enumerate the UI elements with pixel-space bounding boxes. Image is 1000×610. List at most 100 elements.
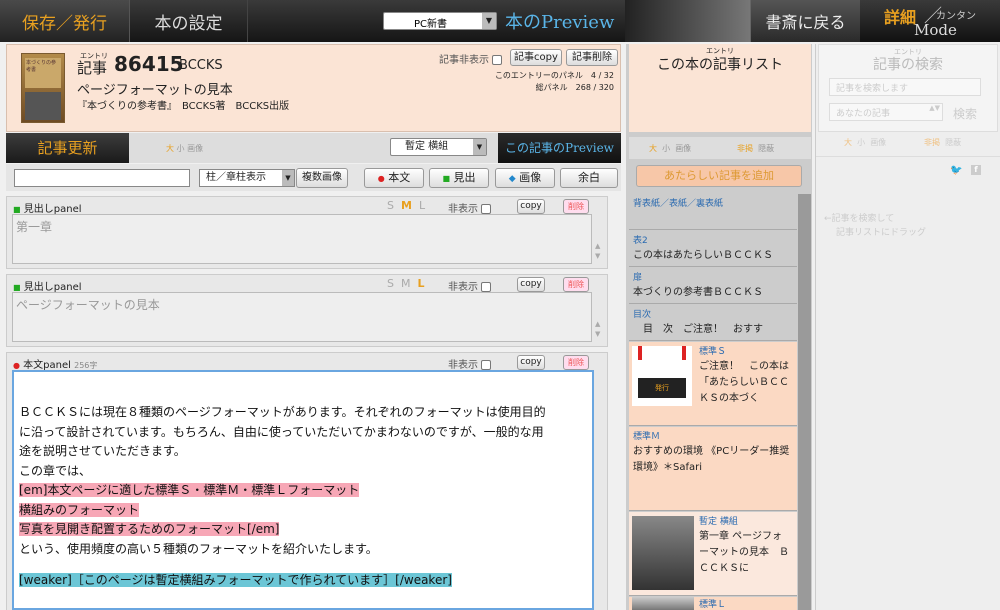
entry-hide-checkbox[interactable] [492,55,503,65]
size-small[interactable]: 小 [177,144,185,153]
size-s[interactable]: S [387,277,394,290]
panel-hide-checkbox[interactable] [481,204,492,214]
list-title: この本の記事リスト [657,57,783,73]
add-heading-button[interactable]: ■ 見出 [429,168,489,188]
panel-delete-button[interactable]: 削除 [563,199,589,214]
size-m[interactable]: M [401,199,412,212]
add-space-button[interactable]: 余白 [560,168,618,188]
article-list-header: エントリ この本の記事リスト [629,44,811,132]
chevron-down-icon: ▼ [282,170,294,186]
invisible-filter[interactable]: 非掲 [737,144,753,153]
panel-delete-button[interactable]: 削除 [563,277,589,292]
add-body-button[interactable]: ● 本文 [364,168,424,188]
size-small[interactable]: 小 [662,144,670,153]
entry-preview-button[interactable]: この記事のPreview [498,133,621,163]
article-text: おすすめの環境 《PCリーダー推奨環境》＊Safari [633,446,790,473]
update-entry-button[interactable]: 記事更新 [6,133,129,163]
entry-hide-label: 記事非表示 [439,55,489,66]
article-item[interactable]: 標準Ｌ [629,597,797,610]
mode-detail-label[interactable]: 詳細 [884,4,916,28]
article-item[interactable]: 標準Ｍ おすすめの環境 《PCリーダー推奨環境》＊Safari [629,427,797,511]
top-toolbar: 保存／発行 本の設定 PC新書 ▼ 本のPreview 書斎に戻る 詳細 ／ カン… [0,0,1000,42]
article-thumbnail [632,597,694,610]
article-label: 扉 [633,273,643,283]
list-filter-toggle[interactable]: 非掲 隠蔽 [737,143,774,154]
heading-textarea[interactable]: 第一章 [12,214,592,264]
panel-hide-toggle[interactable]: 非表示 [448,278,492,293]
mode-simple-label[interactable]: カンタン [936,7,976,22]
hidden-filter[interactable]: 隠蔽 [758,144,774,153]
article-item[interactable]: 暫定 横組 第一章 ページフォーマットの見本 ＢＣＣＫＳに [629,512,797,596]
size-large[interactable]: 大 [844,138,852,147]
size-l[interactable]: L [417,277,424,290]
size-toggle[interactable]: 大 小 画像 [166,143,203,154]
image-toggle[interactable]: 画像 [675,144,691,153]
article-label: 標準Ｍ [633,432,661,442]
entry-hide-toggle[interactable]: 記事非表示 [439,51,503,66]
facebook-icon[interactable]: f [971,165,981,175]
article-text: 本づくりの参考書ＢＣＣＫＳ [633,287,763,298]
panel-copy-button[interactable]: copy [517,277,545,292]
delete-entry-button[interactable]: 記事削除 [566,49,618,66]
search-input[interactable]: 記事を検索します [829,78,981,96]
panel-hide-toggle[interactable]: 非表示 [448,356,492,371]
article-list-scrollbar[interactable] [798,194,811,610]
article-text: この本はあたらしいＢＣＣＫＳ [633,250,773,261]
book-preview-button[interactable]: 本のPreview [505,0,625,42]
heading-panel: ■ 見出しpanel S M L 非表示 copy 削除 第一章 ▲ ▼ [6,196,608,269]
total-panel-count: 総パネル 268 / 320 [535,83,614,92]
heading-input[interactable] [14,169,190,187]
scroll-arrows[interactable]: ▲ ▼ [595,319,605,339]
invisible-filter[interactable]: 非掲 [924,138,940,147]
size-small[interactable]: 小 [857,138,865,147]
search-filter-toggle[interactable]: 非掲 隠蔽 [924,137,961,148]
size-l[interactable]: L [419,199,425,212]
heading-textarea[interactable]: ページフォーマットの見本 [12,292,592,342]
article-item[interactable]: 扉本づくりの参考書ＢＣＣＫＳ [629,268,797,304]
panel-hide-toggle[interactable]: 非表示 [448,200,492,215]
return-to-study-button[interactable]: 書斎に戻る [750,0,860,42]
template-select[interactable]: 暫定 横組 ▼ [390,138,487,156]
body-line: ＢＣＣＫＳには現在８種類のページフォーマットがあります。それぞれのフォーマットは… [19,405,546,419]
size-selector[interactable]: S M L [387,277,425,290]
panel-delete-button[interactable]: 削除 [563,355,589,370]
article-item[interactable]: 目次 目 次 ご注意！ おすす [629,305,797,341]
panel-hide-checkbox[interactable] [481,360,492,370]
size-large[interactable]: 大 [166,144,174,153]
hidden-filter[interactable]: 隠蔽 [945,138,961,147]
add-image-button[interactable]: ◆ 画像 [495,168,555,188]
size-m[interactable]: M [401,277,411,290]
panel-copy-button[interactable]: copy [517,199,545,214]
mode-word: Mode [914,21,957,39]
heading-square-icon: ■ [13,205,21,214]
mode-toggle[interactable]: 詳細 ／ カンタン Mode [860,0,1000,42]
pillar-select[interactable]: 柱／章柱表示 ▼ [199,169,295,187]
scroll-arrows[interactable]: ▲ ▼ [595,241,605,261]
copy-entry-button[interactable]: 記事copy [510,49,562,66]
book-settings-button[interactable]: 本の設定 [130,0,248,42]
save-publish-button[interactable]: 保存／発行 [0,0,130,42]
heading-square-icon: ■ [442,174,451,183]
search-scope-select[interactable]: あなたの記事 ▲▼ [829,103,943,121]
article-item[interactable]: 表2 この本はあたらしいＢＣＣＫＳ [629,231,797,267]
image-toggle[interactable]: 画像 [870,138,886,147]
size-large[interactable]: 大 [649,144,657,153]
list-size-toggle[interactable]: 大 小 画像 [649,143,691,154]
multi-image-button[interactable]: 複数画像 [296,168,348,188]
panel-copy-button[interactable]: copy [517,355,545,370]
panel-hide-checkbox[interactable] [481,282,492,292]
search-button[interactable]: 検索 [953,105,977,122]
size-selector[interactable]: S M L [387,199,425,212]
article-item[interactable]: 発行 標準Ｓ ご注意！ この本は「あたらしいＢＣＣＫＳの本づく [629,342,797,426]
add-article-button[interactable]: あたらしい記事を追加 [636,165,802,187]
article-item[interactable]: 背表紙／表紙／裏表紙 [629,194,797,230]
book-format-select[interactable]: PC新書 ▼ [383,12,497,30]
twitter-icon[interactable]: 🐦 [950,165,962,176]
size-s[interactable]: S [387,199,394,212]
search-size-toggle[interactable]: 大 小 画像 [844,137,886,148]
add-heading-label: 見出 [453,171,476,184]
search-hint-line: ←記事を検索して [824,214,895,224]
body-textarea[interactable]: ＢＣＣＫＳには現在８種類のページフォーマットがあります。それぞれのフォーマットは… [12,370,594,610]
image-toggle[interactable]: 画像 [187,144,203,153]
article-label: 暫定 横組 [699,517,738,527]
